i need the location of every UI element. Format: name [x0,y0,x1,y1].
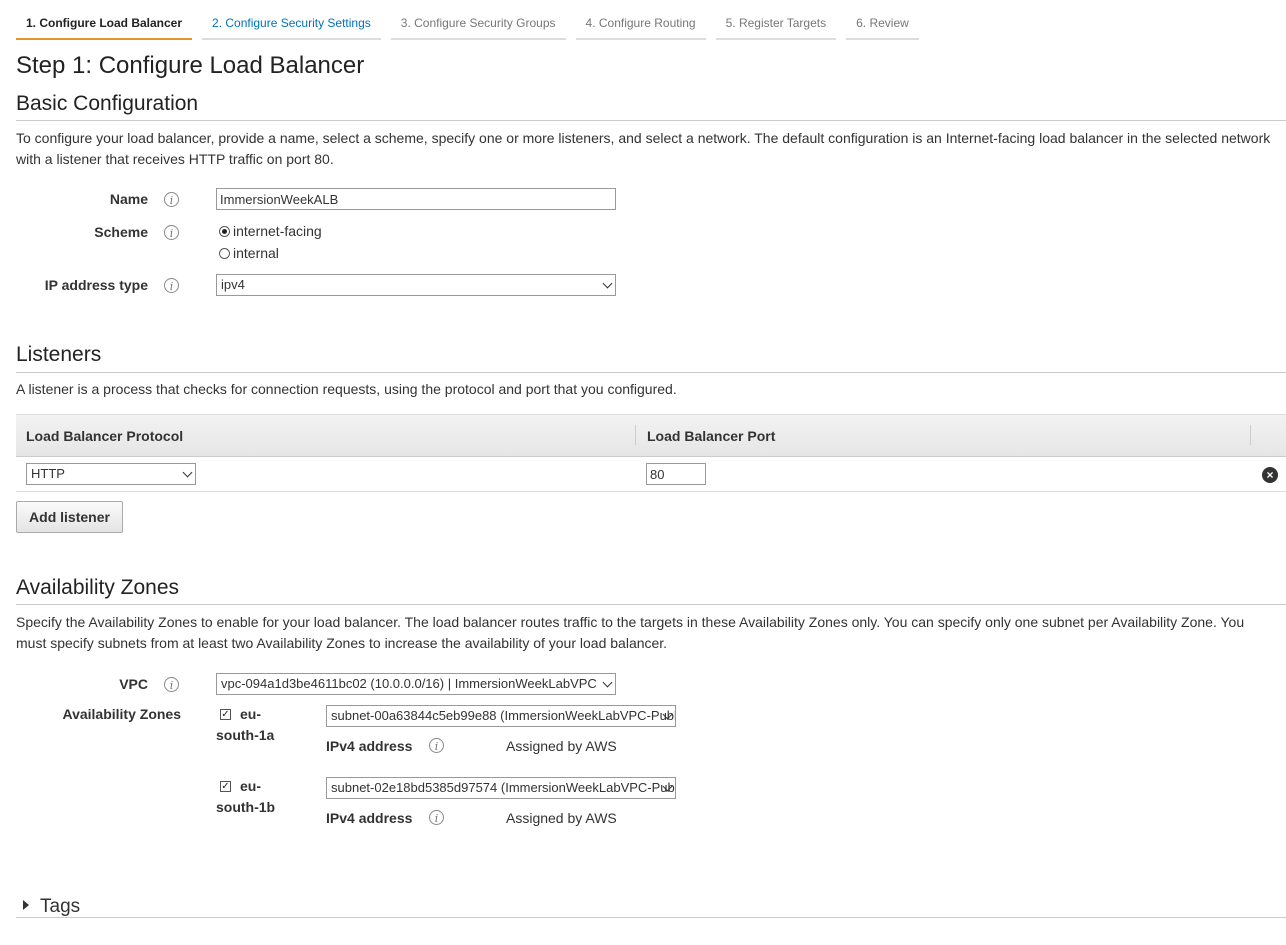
listeners-title: Listeners [16,343,102,366]
scheme-option-internal[interactable]: internal [219,245,279,261]
info-icon[interactable]: i [164,278,179,293]
listener-port-input[interactable] [646,463,706,485]
wizard-steps: 1. Configure Load Balancer 2. Configure … [16,14,929,40]
availability-zones-divider [16,604,1286,605]
radio-label: internet-facing [233,223,322,239]
basic-config-divider [16,120,1286,121]
vpc-value: vpc-094a1d3be4611bc02 (10.0.0.0/16) | Im… [221,676,597,691]
info-icon[interactable]: i [164,192,179,207]
tags-divider [16,917,1286,918]
zone-name-line2: south-1b [216,799,276,815]
tab-review[interactable]: 6. Review [846,14,919,40]
name-label: Name [109,191,148,207]
zone-name-line2: south-1a [216,727,275,743]
radio-internal[interactable] [219,247,230,259]
tab-configure-routing[interactable]: 4. Configure Routing [575,14,706,40]
basic-config-title: Basic Configuration [16,92,199,115]
zone-subnet-value: subnet-00a63844c5eb99e88 (ImmersionWeekL… [331,708,676,723]
info-icon[interactable]: i [164,677,179,692]
info-icon[interactable]: i [164,225,179,240]
ip-address-type-label: IP address type [44,277,148,293]
availability-zones-label: Availability Zones [62,706,181,722]
zone-subnet-select[interactable]: subnet-02e18bd5385d97574 (ImmersionWeekL… [326,777,676,799]
tags-section-toggle[interactable]: Tags [40,896,80,918]
add-listener-button[interactable]: Add listener [16,501,123,533]
chevron-down-icon [182,467,193,478]
ip-address-type-value: ipv4 [221,277,245,292]
tab-configure-load-balancer[interactable]: 1. Configure Load Balancer [16,14,193,40]
info-icon[interactable]: i [429,738,444,753]
listeners-divider [16,372,1286,373]
page-title: Step 1: Configure Load Balancer [16,52,365,79]
tab-configure-security-settings[interactable]: 2. Configure Security Settings [202,14,381,40]
listeners-table-header: Load Balancer Protocol Load Balancer Por… [16,414,1286,457]
ipv4-address-value: Assigned by AWS [506,810,617,826]
availability-zones-description: Specify the Availability Zones to enable… [16,614,1245,651]
ipv4-address-label: IPv4 address [326,738,413,754]
ip-address-type-select[interactable]: ipv4 [216,274,616,296]
zone-checkbox-eu-south-1b[interactable]: ✓ [220,781,231,792]
chevron-down-icon [602,278,613,289]
zone-name-line1: eu- [240,706,261,722]
col-separator [1250,425,1251,445]
scheme-option-internet-facing[interactable]: internet-facing [219,223,322,239]
chevron-down-icon [602,677,613,688]
caret-right-icon[interactable] [23,900,29,910]
radio-label: internal [233,245,279,261]
vpc-select[interactable]: vpc-094a1d3be4611bc02 (10.0.0.0/16) | Im… [216,673,616,695]
ipv4-address-label: IPv4 address [326,810,413,826]
tab-register-targets[interactable]: 5. Register Targets [715,14,837,40]
col-port: Load Balancer Port [647,428,776,444]
radio-internet-facing[interactable] [219,225,230,237]
scheme-label: Scheme [94,224,148,240]
ipv4-address-value: Assigned by AWS [506,738,617,754]
basic-config-description: To configure your load balancer, provide… [16,130,1271,167]
tab-configure-security-groups[interactable]: 3. Configure Security Groups [390,14,566,40]
listener-protocol-value: HTTP [31,466,65,481]
zone-name-line1: eu- [240,778,261,794]
listener-protocol-select[interactable]: HTTP [26,463,196,485]
info-icon[interactable]: i [429,810,444,825]
zone-checkbox-eu-south-1a[interactable]: ✓ [220,709,231,720]
vpc-label: VPC [119,676,148,692]
table-row-divider [16,491,1286,492]
availability-zones-title: Availability Zones [16,576,180,599]
zone-subnet-value: subnet-02e18bd5385d97574 (ImmersionWeekL… [331,780,676,795]
remove-circle-icon[interactable]: × [1262,467,1278,483]
listeners-description: A listener is a process that checks for … [16,381,677,397]
name-input[interactable] [216,188,616,210]
col-separator [635,425,636,445]
zone-subnet-select[interactable]: subnet-00a63844c5eb99e88 (ImmersionWeekL… [326,705,676,727]
col-protocol: Load Balancer Protocol [26,428,184,444]
